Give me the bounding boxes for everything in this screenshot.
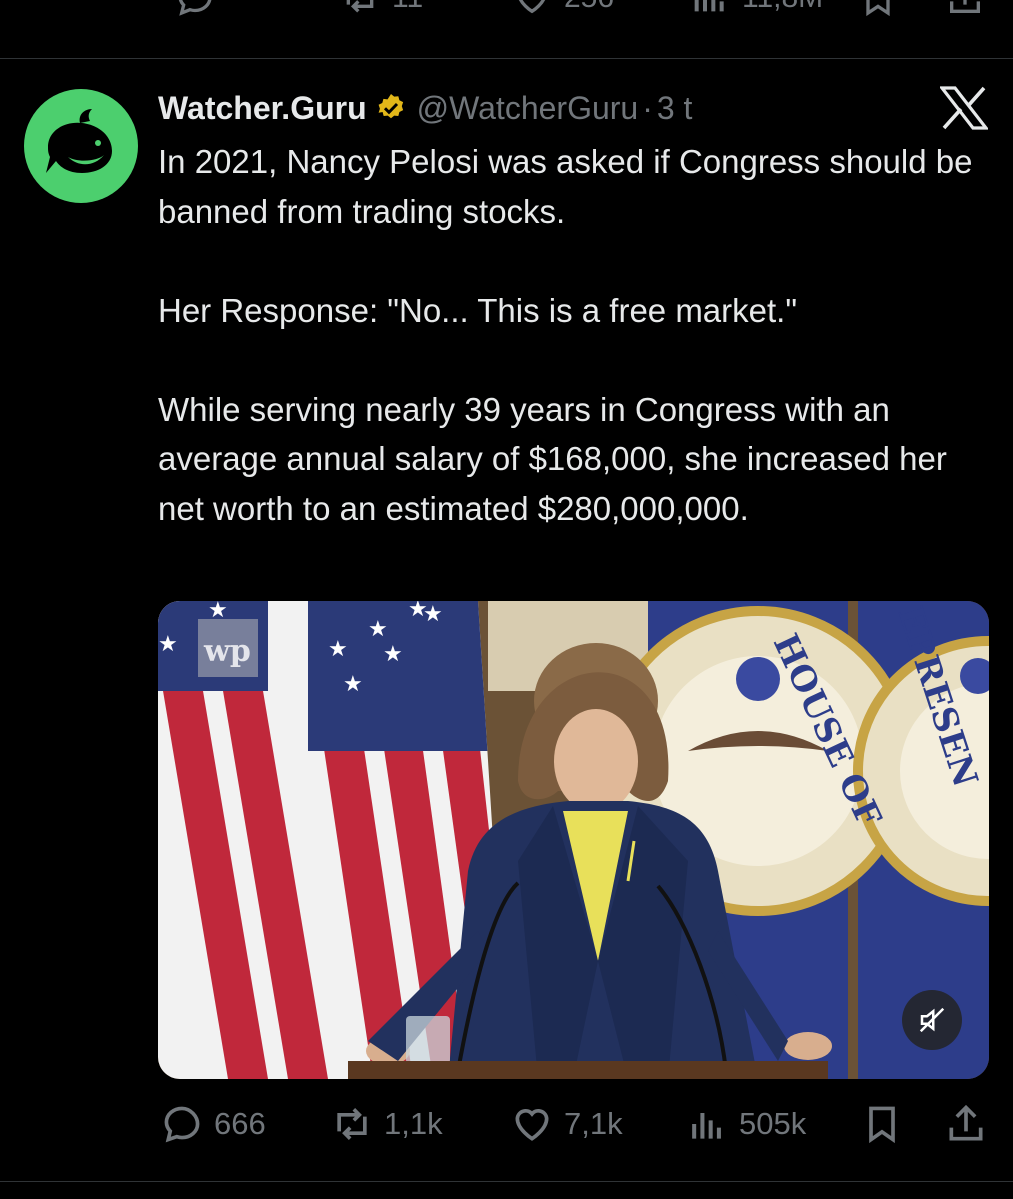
bookmark-button[interactable] (860, 1100, 904, 1148)
retweet-count: 1,1k (384, 1106, 443, 1141)
retweet-icon (346, 0, 374, 13)
views-button[interactable]: 505k (685, 1100, 806, 1148)
share-icon (949, 1104, 983, 1141)
tweet-time[interactable]: 3 t (657, 90, 693, 127)
tweet-actions: 666 1,1k 7,1k 505k (160, 1100, 990, 1148)
like-icon (515, 1109, 549, 1141)
retweet-button[interactable]: 1,1k (330, 1100, 443, 1148)
prev-like-count: 256 (564, 0, 614, 15)
tweet-paragraph: While serving nearly 39 years in Congres… (158, 390, 947, 527)
views-icon (694, 0, 724, 12)
tweet-paragraph: Her Response: "No... This is a free mark… (158, 291, 798, 329)
x-logo-icon (938, 86, 990, 130)
svg-text:★: ★ (158, 632, 178, 657)
previous-tweet-actions: 11 256 11,8M (0, 0, 1013, 18)
prev-views-count: 11,8M (742, 0, 823, 15)
views-icon (692, 1113, 721, 1139)
prev-views-button[interactable]: 11,8M (690, 0, 823, 18)
author-avatar[interactable] (24, 89, 138, 203)
prev-retweet-button[interactable]: 11 (340, 0, 423, 18)
tweet-text: In 2021, Nancy Pelosi was asked if Congr… (158, 137, 988, 533)
tweet-paragraph: In 2021, Nancy Pelosi was asked if Congr… (158, 143, 973, 230)
watermark-text: wp (203, 634, 251, 669)
prev-reply-button[interactable] (175, 0, 215, 18)
reply-count: 666 (214, 1106, 266, 1141)
bookmark-icon (866, 0, 890, 17)
whale-logo-icon (46, 109, 112, 173)
like-count: 7,1k (564, 1106, 623, 1141)
svg-text:★: ★ (343, 672, 363, 697)
prev-share-button[interactable] (945, 0, 985, 18)
tweet-divider (0, 58, 1013, 59)
verified-badge (375, 92, 407, 124)
author-name[interactable]: Watcher.Guru (158, 90, 367, 127)
reply-button[interactable]: 666 (160, 1100, 266, 1148)
mute-button[interactable] (902, 990, 962, 1050)
svg-text:★: ★ (368, 617, 388, 642)
svg-text:★: ★ (383, 642, 403, 667)
like-icon (518, 0, 546, 14)
header-separator: · (642, 89, 653, 126)
svg-text:★: ★ (328, 637, 348, 662)
retweet-icon (337, 1108, 367, 1140)
verified-icon (378, 94, 403, 119)
author-handle[interactable]: @WatcherGuru (417, 90, 639, 127)
share-icon (950, 0, 980, 13)
views-count: 505k (739, 1106, 807, 1141)
x-logo-button[interactable] (938, 86, 990, 135)
mute-icon (919, 1007, 945, 1033)
share-button[interactable] (944, 1100, 988, 1148)
reply-icon (164, 1106, 200, 1143)
svg-text:★: ★ (423, 602, 443, 627)
prev-like-button[interactable]: 256 (512, 0, 614, 18)
bottom-divider (0, 1181, 1013, 1182)
prev-bookmark-button[interactable] (858, 0, 898, 18)
tweet-video[interactable]: ★ ★ ★ ★ ★ ★ ★ ★ wp HOUSE OF EPRESEN (158, 601, 989, 1079)
prev-retweet-count: 11 (392, 0, 423, 15)
tweet-header: Watcher.Guru @WatcherGuru · 3 t (158, 86, 692, 130)
reply-icon (178, 0, 212, 16)
video-frame: ★★★ ★★★ ★★ wp HOUSE OF EPRESEN (158, 601, 989, 1079)
like-button[interactable]: 7,1k (510, 1100, 623, 1148)
bookmark-icon (869, 1106, 895, 1144)
